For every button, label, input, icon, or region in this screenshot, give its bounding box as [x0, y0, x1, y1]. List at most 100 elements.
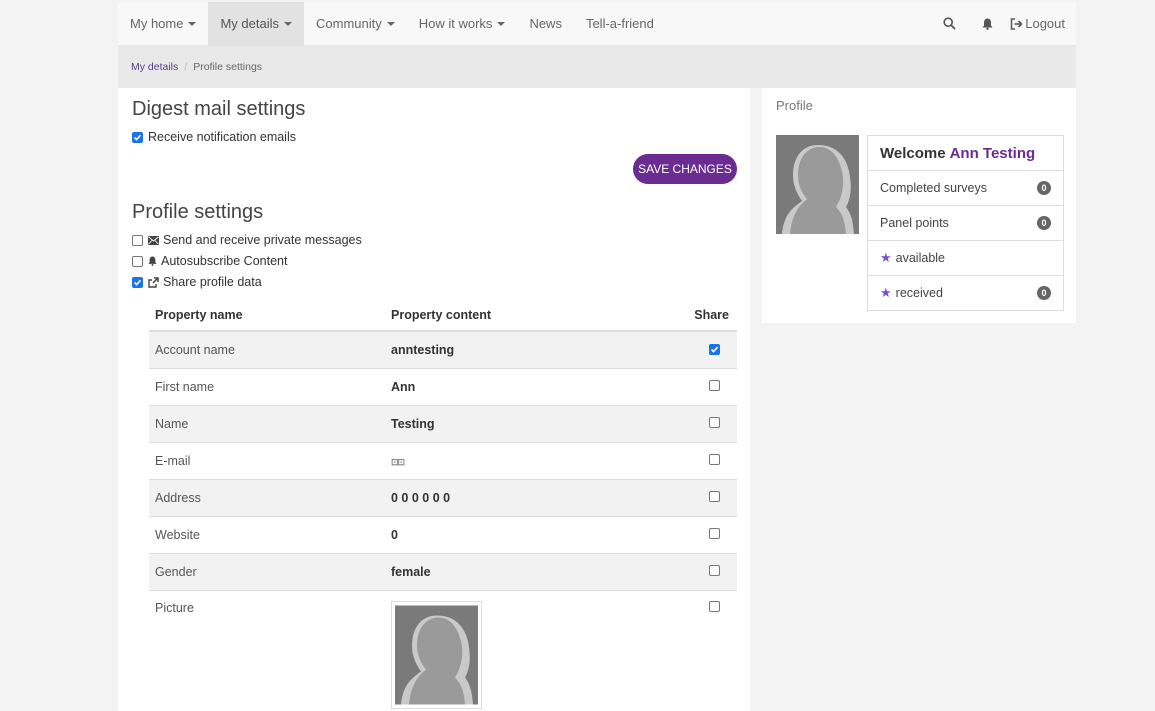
nav-tell-a-friend[interactable]: Tell-a-friend	[574, 2, 666, 46]
property-share-cell	[657, 367, 737, 405]
avatar	[776, 135, 859, 234]
save-changes-button[interactable]: SAVE CHANGES	[633, 154, 737, 184]
nav-news[interactable]: News	[517, 2, 574, 46]
nav-my-details[interactable]: My details	[208, 1, 304, 46]
caret-down-icon	[386, 21, 395, 26]
property-name: Account name	[149, 330, 385, 368]
profile-picture	[391, 600, 482, 709]
star-icon: ★	[880, 285, 892, 300]
share-profile-checkbox[interactable]	[132, 276, 143, 288]
breadcrumb: My details / Profile settings	[118, 46, 1076, 88]
caret-down-icon	[497, 21, 506, 26]
digest-title: Digest mail settings	[132, 98, 306, 120]
autosubscribe-label: Autosubscribe Content	[161, 254, 288, 268]
property-name: First name	[149, 367, 385, 405]
bell-icon	[148, 256, 157, 266]
nav-label: Tell-a-friend	[585, 16, 654, 31]
profile-properties-table: Property name Property content Share Acc…	[149, 300, 737, 711]
welcome-label: Welcome	[880, 144, 946, 162]
property-content: anntesting	[385, 330, 657, 368]
property-name: Gender	[149, 552, 385, 590]
property-share-cell	[657, 404, 737, 442]
share-checkbox[interactable]	[709, 453, 720, 465]
share-icon	[148, 276, 159, 288]
completed-surveys-row: Completed surveys 0	[868, 170, 1063, 205]
received-row: ★ received 0	[868, 275, 1063, 310]
table-row: Address 0 0 0 0 0 0	[149, 478, 737, 516]
share-checkbox[interactable]	[709, 527, 720, 539]
breadcrumb-current: Profile settings	[193, 61, 263, 73]
property-share-cell	[657, 552, 737, 590]
autosubscribe-option[interactable]: Autosubscribe Content	[132, 254, 287, 268]
property-content	[385, 589, 657, 711]
property-share-cell	[657, 330, 737, 368]
logout-icon	[1010, 17, 1023, 30]
breadcrumb-link-my-details[interactable]: My details	[131, 61, 178, 73]
caret-down-icon	[284, 21, 292, 26]
private-messages-option[interactable]: Send and receive private messages	[132, 233, 362, 247]
received-badge: 0	[1037, 286, 1051, 300]
receive-notifications-checkbox[interactable]	[132, 131, 143, 143]
search-icon[interactable]	[930, 2, 968, 46]
profile-stats: Welcome Ann Testing Completed surveys 0 …	[867, 135, 1064, 311]
share-checkbox[interactable]	[709, 379, 720, 391]
receive-notifications-option[interactable]: Receive notification emails	[132, 130, 296, 144]
completed-surveys-badge: 0	[1037, 181, 1051, 195]
private-messages-label: Send and receive private messages	[163, 233, 362, 247]
caret-down-icon	[188, 21, 197, 26]
header-property-name: Property name	[149, 300, 385, 332]
share-profile-label: Share profile data	[163, 275, 262, 289]
autosubscribe-checkbox[interactable]	[132, 255, 143, 267]
profile-box-title: Profile	[776, 98, 813, 113]
bell-icon[interactable]	[968, 2, 1006, 46]
user-name-link[interactable]: Ann Testing	[950, 145, 1036, 162]
table-row: First name Ann	[149, 367, 737, 405]
property-name: Website	[149, 515, 385, 553]
property-content: ⊡⊡	[385, 441, 657, 479]
nav-label: My home	[130, 16, 184, 31]
table-row: Gender female	[149, 552, 737, 590]
nav-label: News	[529, 16, 562, 31]
top-navbar: My home My details Community How it work…	[118, 1, 1076, 46]
table-header-row: Property name Property content Share	[149, 300, 737, 332]
property-content: 0	[385, 515, 657, 553]
table-row: Picture	[149, 589, 737, 711]
star-icon: ★	[880, 250, 892, 265]
nav-label: Community	[316, 16, 382, 31]
logout-button[interactable]: Logout	[1006, 16, 1076, 31]
table-row: Account name anntesting	[149, 330, 737, 368]
share-checkbox[interactable]	[709, 564, 720, 576]
logout-label: Logout	[1025, 16, 1065, 31]
property-content: Ann	[385, 367, 657, 405]
envelope-icon	[148, 235, 159, 245]
share-checkbox[interactable]	[709, 343, 720, 355]
share-checkbox[interactable]	[709, 600, 720, 612]
nav-community[interactable]: Community	[304, 2, 407, 46]
receive-notifications-label: Receive notification emails	[148, 130, 296, 144]
profile-settings-title: Profile settings	[132, 201, 264, 223]
property-share-cell	[657, 589, 737, 711]
share-profile-option[interactable]: Share profile data	[132, 275, 262, 289]
email-image-icon: ⊡⊡	[391, 456, 405, 467]
profile-box: Profile Welcome Ann Testing Completed su…	[762, 88, 1076, 323]
nav-how-it-works[interactable]: How it works	[407, 2, 518, 46]
header-property-content: Property content	[385, 300, 657, 332]
share-checkbox[interactable]	[709, 490, 720, 502]
property-share-cell	[657, 478, 737, 516]
table-row: E-mail ⊡⊡	[149, 441, 737, 479]
received-label: received	[895, 286, 943, 300]
nav-my-home[interactable]: My home	[118, 2, 208, 46]
available-row: ★ available	[868, 240, 1063, 275]
available-label: available	[895, 251, 945, 265]
private-messages-checkbox[interactable]	[132, 234, 143, 246]
table-row: Name Testing	[149, 404, 737, 442]
nav-label: My details	[220, 16, 279, 31]
property-share-cell	[657, 515, 737, 553]
nav-label: How it works	[418, 16, 493, 31]
property-name: Address	[149, 478, 385, 516]
breadcrumb-separator: /	[184, 61, 188, 73]
panel-points-badge: 0	[1037, 216, 1051, 230]
property-name: Name	[149, 404, 385, 442]
share-checkbox[interactable]	[709, 416, 720, 428]
panel-points-label: Panel points	[880, 216, 949, 230]
